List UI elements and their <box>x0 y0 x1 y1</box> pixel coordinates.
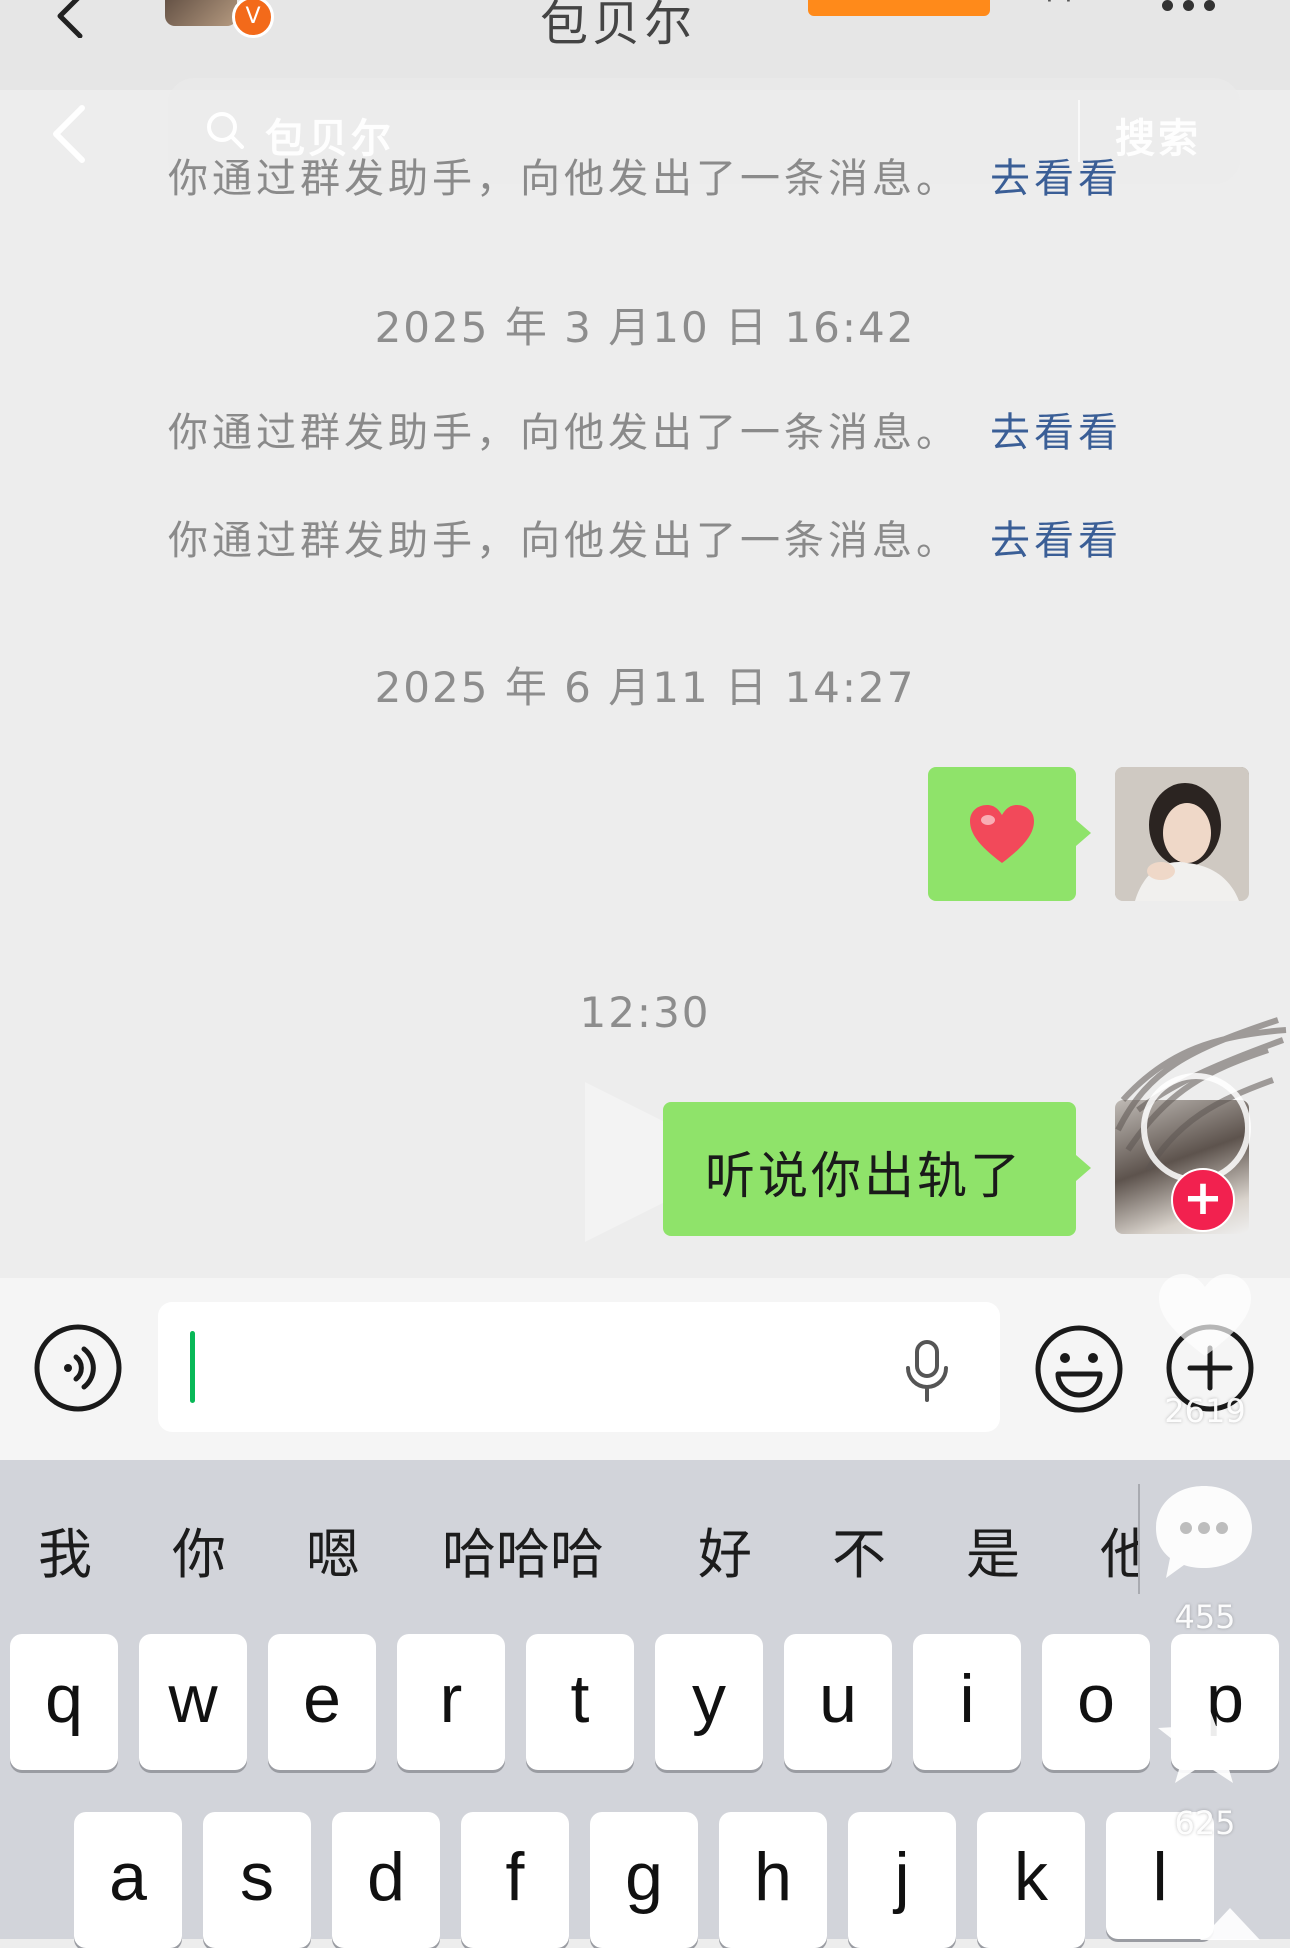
key-q[interactable]: q <box>10 1634 118 1770</box>
key-e[interactable]: e <box>268 1634 376 1770</box>
system-message: 你通过群发助手，向他发出了一条消息。 去看看 <box>0 400 1290 458</box>
system-message: 你通过群发助手，向他发出了一条消息。 去看看 <box>0 508 1290 566</box>
timestamp: 2025 年 3 月10 日 16:42 <box>374 303 916 352</box>
bubble-tail <box>1076 820 1091 846</box>
key-a[interactable]: a <box>74 1812 182 1948</box>
bubble-tail <box>1076 1155 1091 1181</box>
key-w[interactable]: w <box>139 1634 247 1770</box>
timestamp: 12:30 <box>579 988 711 1037</box>
key-f[interactable]: f <box>461 1812 569 1948</box>
microphone-icon[interactable] <box>904 1340 950 1402</box>
candidate-word[interactable]: 好 <box>698 1510 752 1589</box>
message-text: 听说你出轨了 <box>705 1147 1023 1205</box>
candidate-word[interactable]: 我 <box>38 1510 92 1589</box>
key-y[interactable]: y <box>655 1634 763 1770</box>
voice-mode-icon[interactable] <box>34 1324 122 1412</box>
system-message-text: 你通过群发助手，向他发出了一条消息。 <box>168 518 960 564</box>
like-count: 2619 <box>1164 1392 1246 1430</box>
system-message-text: 你通过群发助手，向他发出了一条消息。 <box>168 410 960 456</box>
key-d[interactable]: d <box>332 1812 440 1948</box>
view-link[interactable]: 去看看 <box>990 156 1122 202</box>
favorite-star-icon[interactable] <box>1152 1688 1256 1792</box>
emoji-icon[interactable] <box>1034 1324 1124 1414</box>
candidate-word[interactable]: 你 <box>172 1510 226 1589</box>
comment-count: 455 <box>1174 1598 1236 1636</box>
key-o[interactable]: o <box>1042 1634 1150 1770</box>
search-icon <box>207 112 244 149</box>
candidate-separator <box>1138 1484 1140 1594</box>
key-s[interactable]: s <box>203 1812 311 1948</box>
candidate-word[interactable]: 不 <box>832 1510 886 1589</box>
header-orange-tag <box>808 0 990 16</box>
portrait-image <box>1115 767 1249 901</box>
share-icon[interactable] <box>1190 1890 1270 1940</box>
key-u[interactable]: u <box>784 1634 892 1770</box>
key-j[interactable]: j <box>848 1812 956 1948</box>
back-chevron-icon[interactable] <box>50 0 94 38</box>
system-message-text: 你通过群发助手，向他发出了一条消息。 <box>168 156 960 202</box>
follow-plus-badge[interactable]: + <box>1171 1168 1235 1232</box>
timestamp: 2025 年 6 月11 日 14:27 <box>374 663 916 712</box>
key-r[interactable]: r <box>397 1634 505 1770</box>
like-icon[interactable] <box>1155 1270 1255 1360</box>
comment-icon[interactable] <box>1152 1480 1256 1584</box>
text-caret <box>190 1331 195 1403</box>
favorite-count: 625 <box>1174 1804 1236 1842</box>
text-message-bubble[interactable]: 听说你出轨了 <box>663 1102 1076 1236</box>
candidate-word[interactable]: 他 <box>1100 1510 1138 1589</box>
my-avatar[interactable] <box>1115 767 1249 901</box>
key-g[interactable]: g <box>590 1812 698 1948</box>
header-status-icon: ' ' <box>1045 0 1073 24</box>
candidate-word[interactable]: 是 <box>966 1510 1020 1589</box>
chat-title: 包贝尔 <box>540 0 697 52</box>
key-i[interactable]: i <box>913 1634 1021 1770</box>
heart-icon <box>970 805 1034 863</box>
heart-message-bubble[interactable] <box>928 767 1076 901</box>
key-k[interactable]: k <box>977 1812 1085 1948</box>
more-dots-icon[interactable] <box>1162 0 1215 11</box>
candidate-word[interactable]: 哈哈哈 <box>442 1510 604 1589</box>
key-h[interactable]: h <box>719 1812 827 1948</box>
key-t[interactable]: t <box>526 1634 634 1770</box>
view-link[interactable]: 去看看 <box>990 410 1122 456</box>
system-message: 你通过群发助手，向他发出了一条消息。 去看看 <box>0 146 1290 204</box>
message-input[interactable] <box>158 1302 1000 1432</box>
view-link[interactable]: 去看看 <box>990 518 1122 564</box>
contact-avatar[interactable] <box>165 0 237 26</box>
candidate-word[interactable]: 嗯 <box>306 1510 360 1589</box>
